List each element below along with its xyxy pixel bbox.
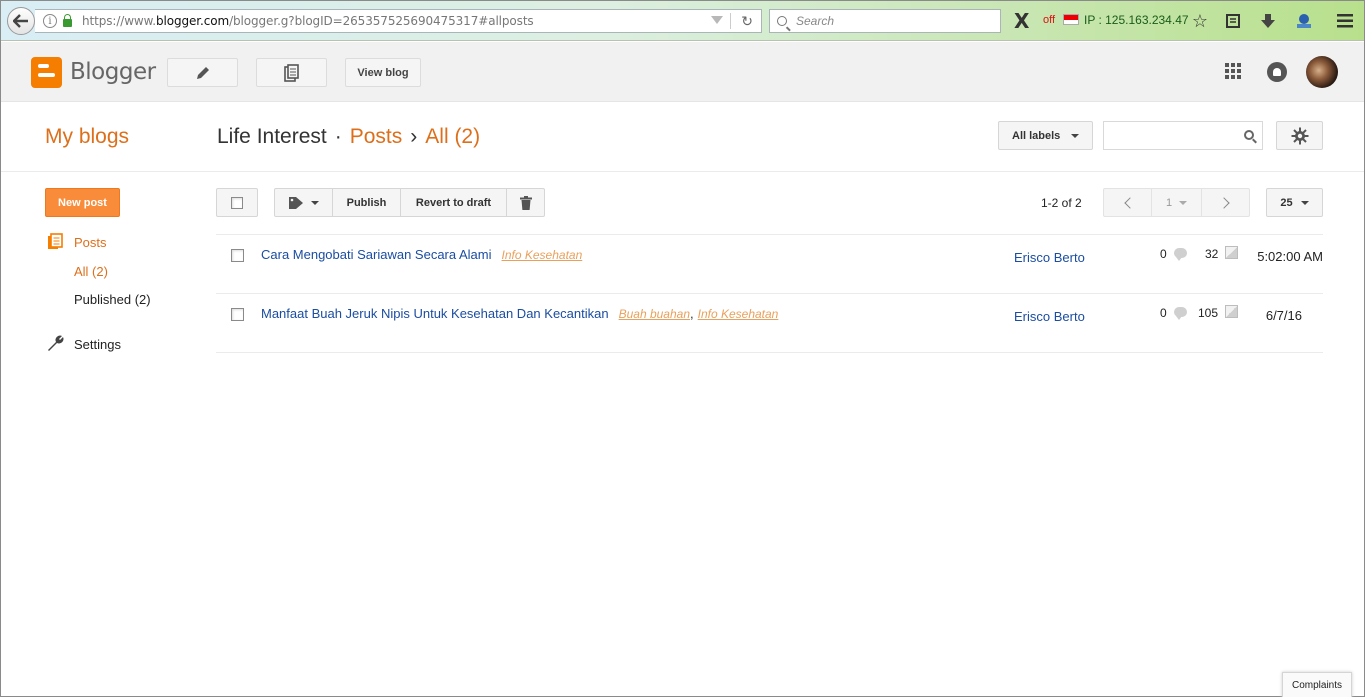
comment-bubble-icon bbox=[1174, 307, 1187, 320]
notifications-bell-icon[interactable] bbox=[1267, 62, 1287, 82]
comment-count[interactable]: 0 bbox=[1160, 247, 1167, 261]
per-page-select[interactable]: 25 bbox=[1266, 188, 1323, 217]
trash-icon bbox=[519, 195, 532, 210]
table-row: Cara Mengobati Sariawan Secara Alami Info… bbox=[216, 235, 1323, 294]
reading-list-icon[interactable] bbox=[1222, 10, 1244, 32]
revert-to-draft-button[interactable]: Revert to draft bbox=[400, 188, 507, 217]
breadcrumb-blog-name[interactable]: Life Interest bbox=[217, 125, 327, 148]
lock-icon bbox=[63, 14, 72, 27]
blogger-header: Blogger View blog bbox=[1, 42, 1364, 102]
next-page-button[interactable] bbox=[1201, 188, 1250, 217]
apps-grid-icon[interactable] bbox=[1225, 63, 1241, 79]
breadcrumb-all[interactable]: All (2) bbox=[425, 125, 480, 148]
sidebar-item-settings[interactable]: Settings bbox=[74, 337, 121, 352]
page-number: 1 bbox=[1165, 196, 1173, 209]
url-text[interactable]: https://www.blogger.com/blogger.g?blogID… bbox=[82, 14, 534, 28]
search-icon bbox=[777, 16, 787, 26]
reload-icon[interactable]: ↻ bbox=[741, 14, 753, 28]
publish-button[interactable]: Publish bbox=[332, 188, 401, 217]
label-menu-button[interactable] bbox=[274, 188, 333, 217]
pencil-icon bbox=[196, 66, 209, 79]
avatar[interactable] bbox=[1306, 56, 1338, 88]
prev-page-button[interactable] bbox=[1103, 188, 1152, 217]
sidebar-item-published[interactable]: Published (2) bbox=[74, 292, 151, 307]
select-all-checkbox[interactable] bbox=[216, 188, 258, 217]
caret-down-icon bbox=[1071, 133, 1080, 138]
view-count: 32 bbox=[1205, 247, 1219, 261]
flag-icon bbox=[1063, 14, 1079, 25]
post-label-link[interactable]: Info Kesehatan bbox=[698, 307, 779, 321]
browser-toolbar: i https://www.blogger.com/blogger.g?blog… bbox=[1, 1, 1364, 41]
post-title-cell: Cara Mengobati Sariawan Secara Alami Info… bbox=[261, 247, 582, 262]
pagination-count: 1-2 of 2 bbox=[1041, 196, 1082, 210]
chevron-right-icon bbox=[1217, 196, 1230, 209]
view-blog-button[interactable]: View blog bbox=[345, 58, 421, 87]
sidebar-item-posts[interactable]: Posts bbox=[74, 235, 107, 250]
breadcrumb-posts[interactable]: Posts bbox=[350, 125, 403, 148]
comment-bubble-icon bbox=[1174, 248, 1187, 261]
extension-icon[interactable] bbox=[1293, 10, 1315, 32]
new-post-button[interactable]: New post bbox=[45, 188, 120, 217]
chevron-left-icon bbox=[1123, 196, 1136, 209]
post-title-link[interactable]: Cara Mengobati Sariawan Secara Alami bbox=[261, 247, 492, 262]
post-date: 5:02:00 AM bbox=[1257, 249, 1323, 264]
row-checkbox[interactable] bbox=[231, 308, 244, 321]
download-icon[interactable] bbox=[1257, 10, 1279, 32]
post-title-cell: Manfaat Buah Jeruk Nipis Untuk Kesehatan… bbox=[261, 306, 778, 321]
all-labels-dropdown[interactable]: All labels bbox=[998, 121, 1093, 150]
proxy-status[interactable]: off bbox=[1043, 14, 1055, 26]
my-blogs-link[interactable]: My blogs bbox=[45, 125, 129, 149]
back-button[interactable] bbox=[7, 7, 35, 35]
caret-down-icon bbox=[311, 200, 319, 205]
view-count: 105 bbox=[1198, 306, 1219, 320]
complaints-button[interactable]: Complaints bbox=[1282, 672, 1352, 697]
posts-list-button[interactable] bbox=[256, 58, 327, 87]
new-post-pencil-button[interactable] bbox=[167, 58, 238, 87]
stats-icon bbox=[1225, 246, 1238, 259]
gear-icon bbox=[1291, 127, 1308, 144]
post-author[interactable]: Erisco Berto bbox=[1014, 309, 1085, 324]
post-search-input[interactable] bbox=[1103, 121, 1263, 150]
post-date: 6/7/16 bbox=[1265, 308, 1302, 323]
divider bbox=[730, 13, 731, 29]
sidebar-item-all[interactable]: All (2) bbox=[74, 264, 108, 279]
post-author[interactable]: Erisco Berto bbox=[1014, 250, 1085, 265]
delete-button[interactable] bbox=[506, 188, 545, 217]
row-checkbox[interactable] bbox=[231, 249, 244, 262]
all-labels-text: All labels bbox=[1012, 129, 1061, 142]
page-select[interactable]: 1 bbox=[1151, 188, 1202, 217]
post-title-link[interactable]: Manfaat Buah Jeruk Nipis Untuk Kesehatan… bbox=[261, 306, 609, 321]
breadcrumb-separator: · bbox=[334, 125, 342, 148]
pages-icon bbox=[283, 63, 299, 82]
caret-down-icon bbox=[1300, 200, 1309, 205]
addon-x-icon[interactable]: X bbox=[1014, 9, 1029, 33]
search-placeholder: Search bbox=[796, 14, 835, 28]
tag-icon bbox=[289, 196, 303, 209]
wrench-icon bbox=[48, 335, 64, 351]
menu-icon[interactable] bbox=[1334, 10, 1356, 32]
label-separator: , bbox=[690, 306, 694, 321]
settings-gear-button[interactable] bbox=[1276, 121, 1323, 150]
post-label-link[interactable]: Info Kesehatan bbox=[502, 248, 583, 262]
breadcrumb: Life Interest · Posts › All (2) bbox=[217, 125, 480, 149]
breadcrumb-arrow: › bbox=[410, 125, 418, 148]
posts-icon bbox=[48, 233, 63, 249]
checkbox-icon bbox=[231, 196, 243, 209]
address-bar[interactable]: i https://www.blogger.com/blogger.g?blog… bbox=[35, 9, 762, 33]
back-arrow-icon bbox=[13, 14, 28, 28]
browser-search-input[interactable]: Search bbox=[769, 9, 1001, 33]
caret-down-icon bbox=[1179, 200, 1188, 205]
blogger-logo-text[interactable]: Blogger bbox=[70, 59, 156, 85]
info-icon[interactable]: i bbox=[43, 14, 57, 28]
ip-address: IP : 125.163.234.47 bbox=[1084, 13, 1189, 27]
bookmark-star-icon[interactable]: ☆ bbox=[1189, 10, 1211, 32]
per-page-value: 25 bbox=[1280, 196, 1293, 209]
search-icon bbox=[1244, 130, 1254, 140]
stats-icon bbox=[1225, 305, 1238, 318]
post-label-link[interactable]: Buah buahan bbox=[619, 307, 690, 321]
blogger-logo-icon[interactable] bbox=[31, 57, 62, 88]
table-row: Manfaat Buah Jeruk Nipis Untuk Kesehatan… bbox=[216, 294, 1323, 353]
url-dropdown-icon[interactable] bbox=[711, 16, 723, 24]
comment-count[interactable]: 0 bbox=[1160, 306, 1167, 320]
